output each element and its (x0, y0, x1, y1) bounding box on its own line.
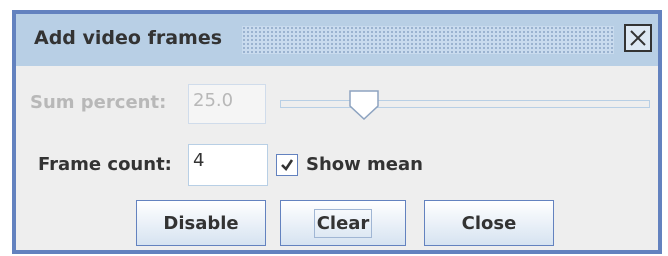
show-mean-label[interactable]: Show mean (306, 154, 423, 175)
dialog-content: Sum percent: 25.0 Frame count: 4 Show me… (16, 66, 658, 250)
disable-button[interactable]: Disable (136, 200, 266, 246)
close-button-label: Close (461, 212, 517, 234)
sum-percent-field[interactable]: 25.0 (188, 84, 266, 124)
checkmark-icon (281, 159, 294, 172)
show-mean-checkbox[interactable] (276, 154, 298, 176)
frame-count-label: Frame count: (38, 154, 172, 175)
close-button[interactable]: Close (424, 200, 554, 246)
dialog-window: Add video frames Sum percent: 25.0 Frame… (12, 10, 662, 254)
clear-button-label: Clear (313, 208, 373, 238)
close-icon[interactable] (624, 24, 652, 52)
frame-count-field[interactable]: 4 (188, 144, 268, 186)
window-title: Add video frames (34, 27, 223, 49)
slider-thumb-icon[interactable] (348, 90, 380, 120)
disable-button-label: Disable (163, 212, 239, 234)
clear-button[interactable]: Clear (280, 200, 406, 246)
sum-percent-label: Sum percent: (30, 92, 167, 113)
title-bar[interactable]: Add video frames (16, 14, 658, 66)
sum-percent-slider-track[interactable] (280, 100, 650, 108)
title-bar-grip[interactable] (242, 26, 614, 54)
